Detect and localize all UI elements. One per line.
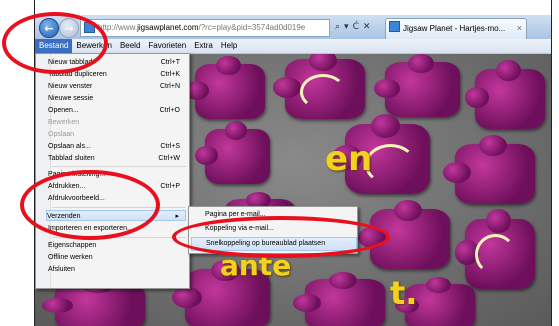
puzzle-text-fragment: en [325,139,373,179]
menu-item-label: Afsluiten [48,266,75,273]
submenu-item-koppeling-via-email[interactable]: Koppeling via e-mail... [205,223,355,235]
forward-arrow-icon: → [64,21,74,35]
tab-title: Jigsaw Planet - Hartjes-mo... [403,24,506,33]
puzzle-piece[interactable] [195,120,270,184]
menu-item-opslaan-als[interactable]: Opslaan als... Ctrl+S [48,141,188,152]
menu-separator [52,207,186,208]
menu-item-openen[interactable]: Openen... Ctrl+O [48,105,188,116]
menu-item-label: Openen... [48,107,79,114]
browser-tab[interactable]: Jigsaw Planet - Hartjes-mo... × [385,18,527,39]
menu-separator [52,166,186,167]
menu-item-label: Tabblad dupliceren [48,71,107,78]
menu-item-bewerken: Bewerken [48,117,188,128]
puzzle-swirl-decoration [300,74,346,110]
puzzle-text-fragment: t. [390,274,418,312]
menu-item-tabblad-sluiten[interactable]: Tabblad sluiten Ctrl+W [48,153,188,164]
menu-help[interactable]: Help [217,39,241,53]
menu-item-nieuw-tabblad[interactable]: Nieuw tabblad Ctrl+T [48,57,188,68]
menu-separator [52,237,186,238]
right-margin [551,0,559,326]
menu-item-label: Eigenschappen [48,242,97,249]
menu-item-label: Opslaan als... [48,143,91,150]
menu-bestand[interactable]: Bestand [35,39,73,53]
menu-item-label: Bewerken [48,119,80,126]
address-bar[interactable]: http://www.jigsawplanet.com/?rc=play&pid… [80,19,330,37]
menu-item-verzenden[interactable]: Verzenden ▸ [46,210,186,221]
menu-shortcut: Ctrl+S [160,143,180,150]
browser-toolbar: ← → http://www.jigsawplanet.com/?rc=play… [35,15,551,40]
puzzle-swirl-decoration [365,144,416,185]
puzzle-piece[interactable] [443,135,535,204]
menu-bewerken[interactable]: Bewerken [72,39,116,53]
menu-shortcut: Ctrl+W [158,155,180,162]
submenu-item-label: Snelkoppeling op bureaublad plaatsen [206,240,326,247]
menu-item-afdrukvoorbeeld[interactable]: Afdrukvoorbeeld... [48,193,188,204]
menu-item-importeren-exporteren[interactable]: Importeren en exporteren... [48,223,188,234]
menu-item-label: Nieuw tabblad [48,59,93,66]
url-path: /?rc=play&pid=3574ad0d019e [198,23,306,32]
menu-item-label: Opslaan [48,131,75,138]
puzzle-piece[interactable] [184,55,265,119]
menu-shortcut: Ctrl+O [159,107,180,114]
submenu-item-pagina-per-email[interactable]: Pagina per e-mail... [205,209,355,221]
menu-item-nieuw-venster[interactable]: Nieuw venster Ctrl+N [48,81,188,92]
puzzle-swirl-decoration [475,234,516,275]
menu-item-afdrukken[interactable]: Afdrukken... Ctrl+P [48,181,188,192]
search-icon[interactable]: ⌕ [335,22,340,32]
forward-button[interactable]: → [59,18,79,38]
menu-item-label: Offline werken [48,254,93,261]
menu-item-afsluiten[interactable]: Afsluiten [48,264,188,275]
submenu-item-snelkoppeling-bureaublad[interactable]: Snelkoppeling op bureaublad plaatsen [191,237,357,251]
menu-item-offline-werken[interactable]: Offline werken [48,252,188,263]
send-submenu: Pagina per e-mail... Koppeling via e-mai… [188,206,358,254]
menu-beeld[interactable]: Beeld [116,39,144,53]
puzzle-piece[interactable] [41,277,145,326]
submenu-arrow-icon: ▸ [175,213,179,220]
address-tools: ⌕ ▾ Ċ ✕ [335,19,379,35]
tab-close-icon[interactable]: × [517,19,522,38]
url-domain: jigsawplanet.com [137,23,199,32]
menu-shortcut: Ctrl+T [160,59,180,66]
file-menu-dropdown: Nieuw tabblad Ctrl+T Tabblad dupliceren Ct… [35,53,190,289]
menu-item-label: Nieuw venster [48,83,93,90]
submenu-item-label: Pagina per e-mail... [205,211,266,218]
menu-item-label: Afdrukken... [48,183,86,190]
tab-favicon-icon [389,21,400,32]
menu-item-tabblad-dupliceren[interactable]: Tabblad dupliceren Ctrl+K [48,69,188,80]
browser-window: ← → http://www.jigsawplanet.com/?rc=play… [35,15,551,326]
menu-item-label: Pagina-instelling... [48,171,106,178]
back-button[interactable]: ← [39,18,59,38]
site-favicon-icon [84,22,95,33]
refresh-icon[interactable]: Ċ [353,22,359,32]
puzzle-piece[interactable] [358,200,450,269]
dropdown-arrow-icon[interactable]: ▾ [344,22,349,32]
left-margin [0,0,35,326]
submenu-item-label: Koppeling via e-mail... [205,225,274,232]
menu-extra[interactable]: Extra [190,39,217,53]
menu-shortcut: Ctrl+N [159,83,180,90]
menu-item-label: Importeren en exporteren... [48,225,133,232]
menu-item-label: Verzenden [47,213,81,220]
menu-favorieten[interactable]: Favorieten [144,39,190,53]
menu-item-label: Nieuwe sessie [48,95,94,102]
menu-item-nieuwe-sessie[interactable]: Nieuwe sessie [48,93,188,104]
puzzle-piece[interactable] [293,271,385,326]
puzzle-piece[interactable] [464,60,545,129]
menu-item-pagina-instelling[interactable]: Pagina-instelling... [48,169,188,180]
stop-icon[interactable]: ✕ [363,22,371,32]
menu-shortcut: Ctrl+P [160,183,180,190]
menu-item-label: Tabblad sluiten [48,155,95,162]
url-protocol: http://www. [98,23,138,32]
menu-item-opslaan: Opslaan [48,129,188,140]
menu-item-label: Afdrukvoorbeeld... [48,195,105,202]
menu-bar: Bestand Bewerken Beeld Favorieten Extra Help [35,39,551,54]
puzzle-piece[interactable] [373,54,460,117]
menu-item-eigenschappen[interactable]: Eigenschappen [48,240,188,251]
menu-shortcut: Ctrl+K [160,71,180,78]
back-arrow-icon: ← [44,21,54,35]
